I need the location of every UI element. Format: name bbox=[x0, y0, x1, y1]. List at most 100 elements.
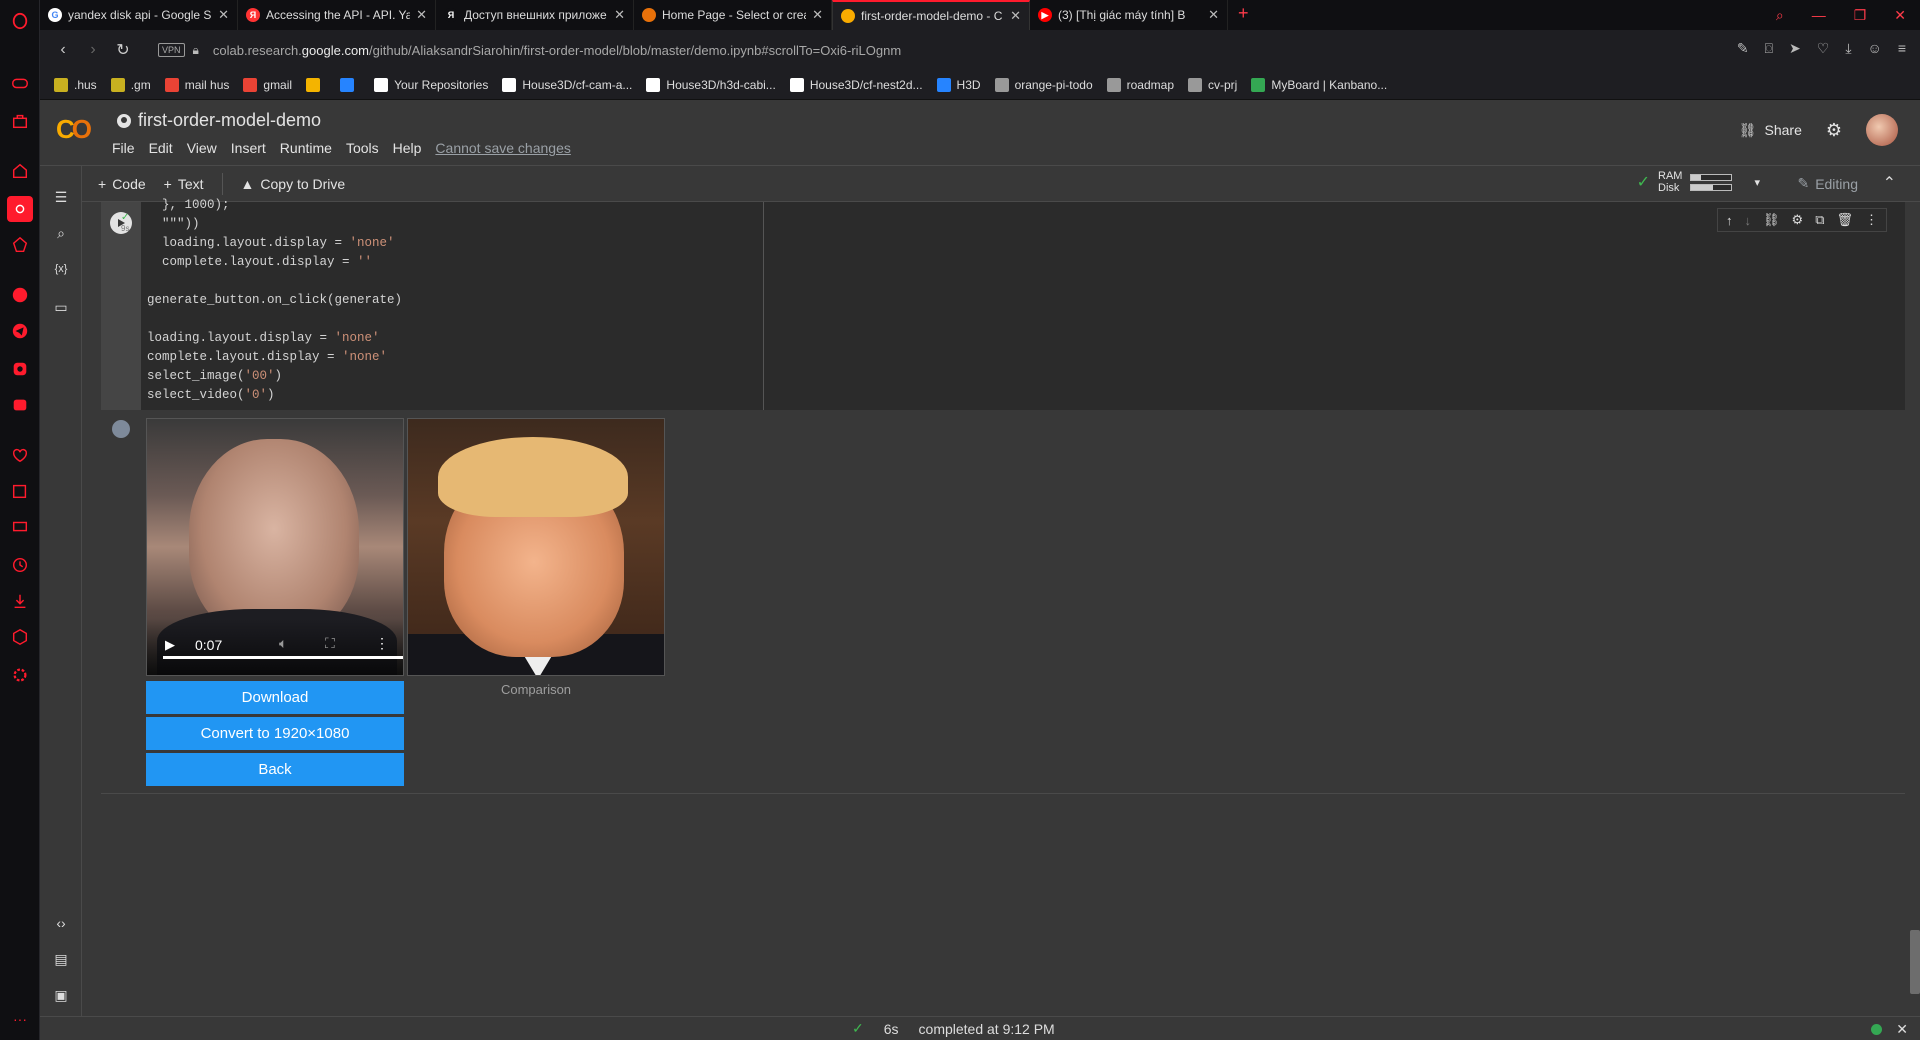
vpn-badge[interactable]: VPN bbox=[158, 43, 185, 57]
history-icon[interactable] bbox=[7, 552, 33, 578]
move-down-icon[interactable]: ↓ bbox=[1745, 213, 1752, 228]
collapse-header-icon[interactable]: ⌃ bbox=[1883, 173, 1896, 193]
menu-item-view[interactable]: View bbox=[187, 140, 217, 156]
resources-dropdown-icon[interactable]: ▾ bbox=[1754, 176, 1760, 189]
resources-indicator[interactable]: ✓ RAM Disk ▾ bbox=[1637, 170, 1760, 194]
convert-button[interactable]: Convert to 1920×1080 bbox=[146, 717, 404, 750]
bookmark-item[interactable]: roadmap bbox=[1106, 77, 1174, 92]
cube-icon[interactable] bbox=[7, 624, 33, 650]
aria-icon[interactable] bbox=[7, 196, 33, 222]
more-icon[interactable]: ··· bbox=[7, 1006, 33, 1032]
close-status-icon[interactable]: ✕ bbox=[1896, 1021, 1908, 1038]
download-icon[interactable] bbox=[7, 588, 33, 614]
files-icon[interactable]: ▭ bbox=[50, 296, 72, 318]
bookmark-item[interactable]: MyBoard | Kanbano... bbox=[1251, 77, 1387, 92]
copy-to-drive-button[interactable]: ▲ Copy to Drive bbox=[241, 176, 346, 192]
browser-tab[interactable]: ▶ (3) [Thị giác máy tính] B ✕ bbox=[1030, 0, 1228, 30]
tab-close-icon[interactable]: ✕ bbox=[1208, 7, 1219, 23]
bookmark-item[interactable]: cv-prj bbox=[1188, 77, 1237, 92]
edit-icon[interactable] bbox=[7, 478, 33, 504]
telegram-icon[interactable] bbox=[7, 318, 33, 344]
new-tab-button[interactable]: + bbox=[1238, 3, 1249, 24]
forward-icon[interactable]: › bbox=[78, 41, 108, 59]
execution-status[interactable]: ✓ 6s completed at 9:12 PM bbox=[852, 1020, 1055, 1037]
minimize-icon[interactable]: — bbox=[1812, 7, 1826, 23]
tab-close-icon[interactable]: ✕ bbox=[416, 7, 427, 23]
close-window-icon[interactable]: ✕ bbox=[1894, 7, 1906, 24]
settings-icon[interactable] bbox=[7, 662, 33, 688]
video-more-icon[interactable]: ⋮ bbox=[375, 635, 389, 652]
menu-item-help[interactable]: Help bbox=[393, 140, 422, 156]
toc-icon[interactable]: ☰ bbox=[50, 186, 72, 208]
move-up-icon[interactable]: ↑ bbox=[1726, 213, 1733, 228]
tab-close-icon[interactable]: ✕ bbox=[812, 7, 823, 23]
menu-item-tools[interactable]: Tools bbox=[346, 140, 379, 156]
editing-mode[interactable]: ✎ Editing bbox=[1797, 175, 1858, 192]
search-tabs-icon[interactable]: ⌕ bbox=[1776, 7, 1784, 24]
reload-icon[interactable]: ↻ bbox=[108, 40, 138, 60]
code-cell[interactable]: ✓ 9s }, 1000); """)) loading.layout.disp… bbox=[101, 198, 1905, 410]
save-warning-link[interactable]: Cannot save changes bbox=[435, 140, 570, 156]
play-icon[interactable]: ▶ bbox=[165, 637, 175, 653]
bookmark-item[interactable]: mail hus bbox=[164, 77, 229, 92]
bookmark-item[interactable]: Your Repositories bbox=[374, 77, 488, 92]
bookmark-item[interactable]: House3D/cf-nest2d... bbox=[789, 77, 923, 92]
snapshot-icon[interactable] bbox=[7, 514, 33, 540]
camera-icon[interactable]: ⌼ bbox=[1765, 40, 1773, 57]
discord-icon[interactable] bbox=[7, 392, 33, 418]
bookmark-item[interactable]: House3D/cf-cam-a... bbox=[502, 77, 632, 92]
download-button[interactable]: Download bbox=[146, 681, 404, 714]
delete-cell-icon[interactable]: 🗑︎ bbox=[1836, 212, 1853, 228]
more-actions-icon[interactable]: ⋮ bbox=[1865, 212, 1878, 228]
maximize-icon[interactable]: ❐ bbox=[1854, 7, 1867, 24]
menu-item-runtime[interactable]: Runtime bbox=[280, 140, 332, 156]
instagram-icon[interactable] bbox=[7, 356, 33, 382]
menu-item-file[interactable]: File bbox=[112, 140, 135, 156]
back-icon[interactable]: ‹ bbox=[48, 41, 78, 59]
browser-tab[interactable]: Home Page - Select or crea ✕ bbox=[634, 0, 832, 30]
terminal-icon[interactable]: ▣ bbox=[50, 984, 72, 1006]
notebook-title[interactable]: first-order-model-demo bbox=[116, 110, 321, 131]
menu-icon[interactable]: ≡ bbox=[1898, 40, 1906, 57]
find-icon[interactable]: ⌕ bbox=[50, 222, 72, 244]
mirror-cell-icon[interactable]: ⧉ bbox=[1815, 212, 1824, 228]
menu-item-edit[interactable]: Edit bbox=[149, 140, 173, 156]
tab-close-icon[interactable]: ✕ bbox=[614, 7, 625, 23]
colab-logo[interactable]: CO bbox=[56, 114, 92, 145]
bookmark-item[interactable]: .hus bbox=[54, 77, 97, 92]
output-avatar-icon[interactable] bbox=[112, 420, 130, 438]
back-button[interactable]: Back bbox=[146, 753, 404, 786]
profile-icon[interactable]: ☺ bbox=[1868, 40, 1882, 57]
browser-tab[interactable]: Я Accessing the API - API. Ya ✕ bbox=[238, 0, 436, 30]
fullscreen-icon[interactable]: ⛶ bbox=[325, 635, 335, 652]
code-snippets-icon[interactable]: ‹› bbox=[50, 912, 72, 934]
shop-icon[interactable] bbox=[7, 108, 33, 134]
heart-icon[interactable] bbox=[7, 442, 33, 468]
avatar[interactable] bbox=[1866, 114, 1898, 146]
opera-logo-icon[interactable] bbox=[7, 8, 33, 34]
send-icon[interactable]: ➤ bbox=[1789, 40, 1801, 57]
bookmark-item[interactable]: orange-pi-todo bbox=[994, 77, 1093, 92]
runtime-status-icon[interactable] bbox=[1871, 1024, 1883, 1035]
result-video[interactable]: ▶ 0:07 🔈︎ ⛶ ⋮ bbox=[146, 418, 404, 676]
lock-icon[interactable]: 🔒︎ bbox=[193, 43, 199, 58]
browser-tab[interactable]: first-order-model-demo - C ✕ bbox=[832, 0, 1030, 30]
menu-item-insert[interactable]: Insert bbox=[231, 140, 266, 156]
cell-settings-icon[interactable]: ⚙ bbox=[1792, 212, 1804, 228]
volume-icon[interactable]: 🔈︎ bbox=[279, 635, 287, 652]
bookmark-item[interactable]: House3D/h3d-cabi... bbox=[646, 77, 776, 92]
settings-gear-icon[interactable]: ⚙ bbox=[1826, 120, 1842, 141]
share-button[interactable]: ⛓ Share bbox=[1739, 122, 1802, 139]
easy-setup-icon[interactable]: ✎ bbox=[1737, 40, 1749, 57]
command-palette-icon[interactable]: ▤ bbox=[50, 948, 72, 970]
tab-close-icon[interactable]: ✕ bbox=[1010, 8, 1021, 24]
scrollbar[interactable] bbox=[1910, 930, 1920, 994]
browser-tab[interactable]: Я Доступ внешних приложе ✕ bbox=[436, 0, 634, 30]
crypto-icon[interactable] bbox=[7, 232, 33, 258]
bookmark-item[interactable] bbox=[306, 77, 326, 92]
add-text-button[interactable]: + Text bbox=[164, 176, 204, 192]
video-progress-bar[interactable] bbox=[163, 656, 403, 659]
bookmark-item[interactable]: .gm bbox=[110, 77, 151, 92]
bookmark-item[interactable] bbox=[340, 77, 360, 92]
add-code-button[interactable]: + Code bbox=[98, 176, 146, 192]
